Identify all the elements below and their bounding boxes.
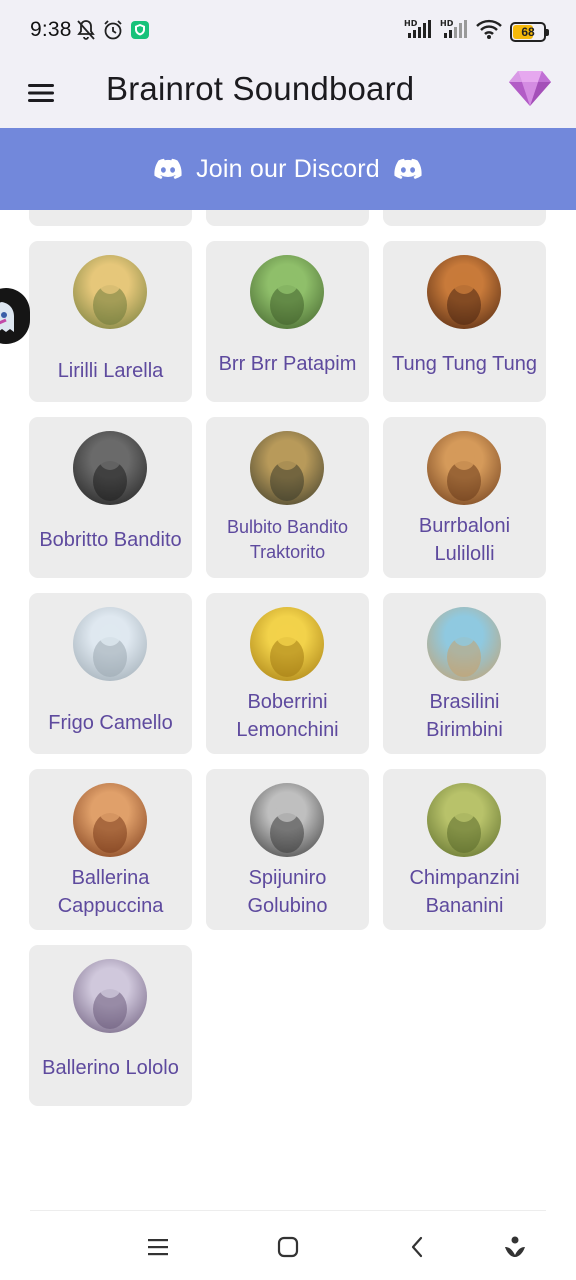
sound-name: Tung Tung Tung bbox=[392, 353, 537, 375]
discord-label: Join our Discord bbox=[196, 154, 380, 183]
premium-button[interactable] bbox=[508, 68, 552, 108]
hd-signal-icon: HD bbox=[404, 18, 432, 45]
discord-icon bbox=[154, 158, 182, 179]
sound-avatar bbox=[250, 607, 324, 681]
menu-button[interactable] bbox=[24, 76, 58, 110]
sound-avatar bbox=[427, 255, 501, 329]
sound-card[interactable]: Burrbaloni Lulilolli bbox=[383, 417, 546, 578]
sound-card[interactable]: Bobritto Bandito bbox=[29, 417, 192, 578]
status-bar: 9:38 HD HD 68 bbox=[0, 0, 576, 60]
app-title: Brainrot Soundboard bbox=[106, 70, 415, 107]
recents-button[interactable] bbox=[144, 1233, 172, 1261]
sound-name: Ballerino Lololo bbox=[42, 1057, 179, 1079]
recents-icon bbox=[148, 1239, 168, 1256]
svg-text:HD: HD bbox=[404, 19, 418, 28]
sound-card[interactable]: Tung Tung Tung bbox=[383, 241, 546, 402]
sound-name bbox=[212, 210, 363, 219]
sound-name bbox=[35, 210, 186, 219]
sound-card[interactable]: Brr Brr Patapim bbox=[206, 241, 369, 402]
assistant-icon bbox=[505, 1236, 525, 1257]
sound-name: Lirilli Larella bbox=[57, 360, 164, 382]
sound-avatar bbox=[427, 607, 501, 681]
sound-grid: Lirilli Larella Brr Brr Patapim Tung Tung … bbox=[29, 210, 547, 1106]
discord-banner[interactable]: Join our Discord bbox=[0, 128, 576, 210]
back-button[interactable] bbox=[404, 1233, 432, 1261]
sound-name: Brasilini Birimbini bbox=[426, 691, 503, 741]
sound-card[interactable]: Ballerino Lololo bbox=[29, 945, 192, 1106]
assistant-button[interactable] bbox=[501, 1233, 529, 1261]
sound-name: Boberrini Lemonchini bbox=[236, 691, 339, 741]
sound-name: Brr Brr Patapim bbox=[218, 353, 357, 375]
battery-level: 68 bbox=[521, 24, 535, 39]
sound-card[interactable]: Bulbito Bandito Traktorito bbox=[206, 417, 369, 578]
back-icon bbox=[411, 1236, 423, 1258]
diamond-gem-icon bbox=[509, 71, 551, 106]
sound-grid-viewport[interactable]: Lirilli Larella Brr Brr Patapim Tung Tung … bbox=[0, 210, 576, 1210]
sound-avatar bbox=[73, 959, 147, 1033]
sound-avatar bbox=[250, 255, 324, 329]
hamburger-menu-icon bbox=[28, 84, 54, 102]
app-bar: Brainrot Soundboard bbox=[0, 60, 576, 128]
nav-bar bbox=[0, 1211, 576, 1280]
sound-card[interactable]: Spijuniro Golubino bbox=[206, 769, 369, 930]
sound-name: Burrbaloni Lulilolli bbox=[418, 515, 511, 565]
status-left-icons bbox=[76, 19, 150, 46]
sound-name: Bulbito Bandito Traktorito bbox=[226, 517, 349, 562]
sound-avatar bbox=[250, 783, 324, 857]
sound-avatar bbox=[73, 607, 147, 681]
home-button[interactable] bbox=[274, 1233, 302, 1261]
mute-bell-icon bbox=[76, 19, 96, 46]
sound-card[interactable]: Lirilli Larella bbox=[29, 241, 192, 402]
status-right-icons: HD HD 68 bbox=[404, 18, 549, 45]
alarm-icon bbox=[102, 19, 124, 46]
sound-card[interactable] bbox=[383, 210, 546, 226]
sound-name bbox=[389, 210, 540, 219]
svg-text:HD: HD bbox=[440, 19, 454, 28]
sound-avatar bbox=[73, 783, 147, 857]
sound-card[interactable]: Frigo Camello bbox=[29, 593, 192, 754]
sound-avatar bbox=[250, 431, 324, 505]
status-time: 9:38 bbox=[30, 18, 72, 41]
sound-avatar bbox=[427, 431, 501, 505]
vpn-shield-icon bbox=[130, 20, 150, 45]
sound-card[interactable]: Boberrini Lemonchini bbox=[206, 593, 369, 754]
sound-avatar bbox=[73, 255, 147, 329]
sound-card[interactable] bbox=[206, 210, 369, 226]
home-icon bbox=[277, 1236, 299, 1258]
sound-name: Frigo Camello bbox=[48, 712, 173, 734]
sound-card[interactable]: Ballerina Cappuccina bbox=[29, 769, 192, 930]
sound-name: Bobritto Bandito bbox=[39, 529, 182, 551]
sound-card[interactable]: Brasilini Birimbini bbox=[383, 593, 546, 754]
sound-name: Ballerina Cappuccina bbox=[57, 867, 164, 917]
hd-signal-icon: HD bbox=[440, 18, 468, 45]
wifi-icon bbox=[476, 18, 502, 45]
sound-card[interactable] bbox=[29, 210, 192, 226]
sound-avatar bbox=[73, 431, 147, 505]
sound-avatar bbox=[427, 783, 501, 857]
battery-icon: 68 bbox=[510, 21, 549, 42]
discord-icon bbox=[394, 158, 422, 179]
sound-card[interactable]: Chimpanzini Bananini bbox=[383, 769, 546, 930]
sound-name: Spijuniro Golubino bbox=[247, 867, 328, 917]
sound-name: Chimpanzini Bananini bbox=[409, 867, 520, 917]
